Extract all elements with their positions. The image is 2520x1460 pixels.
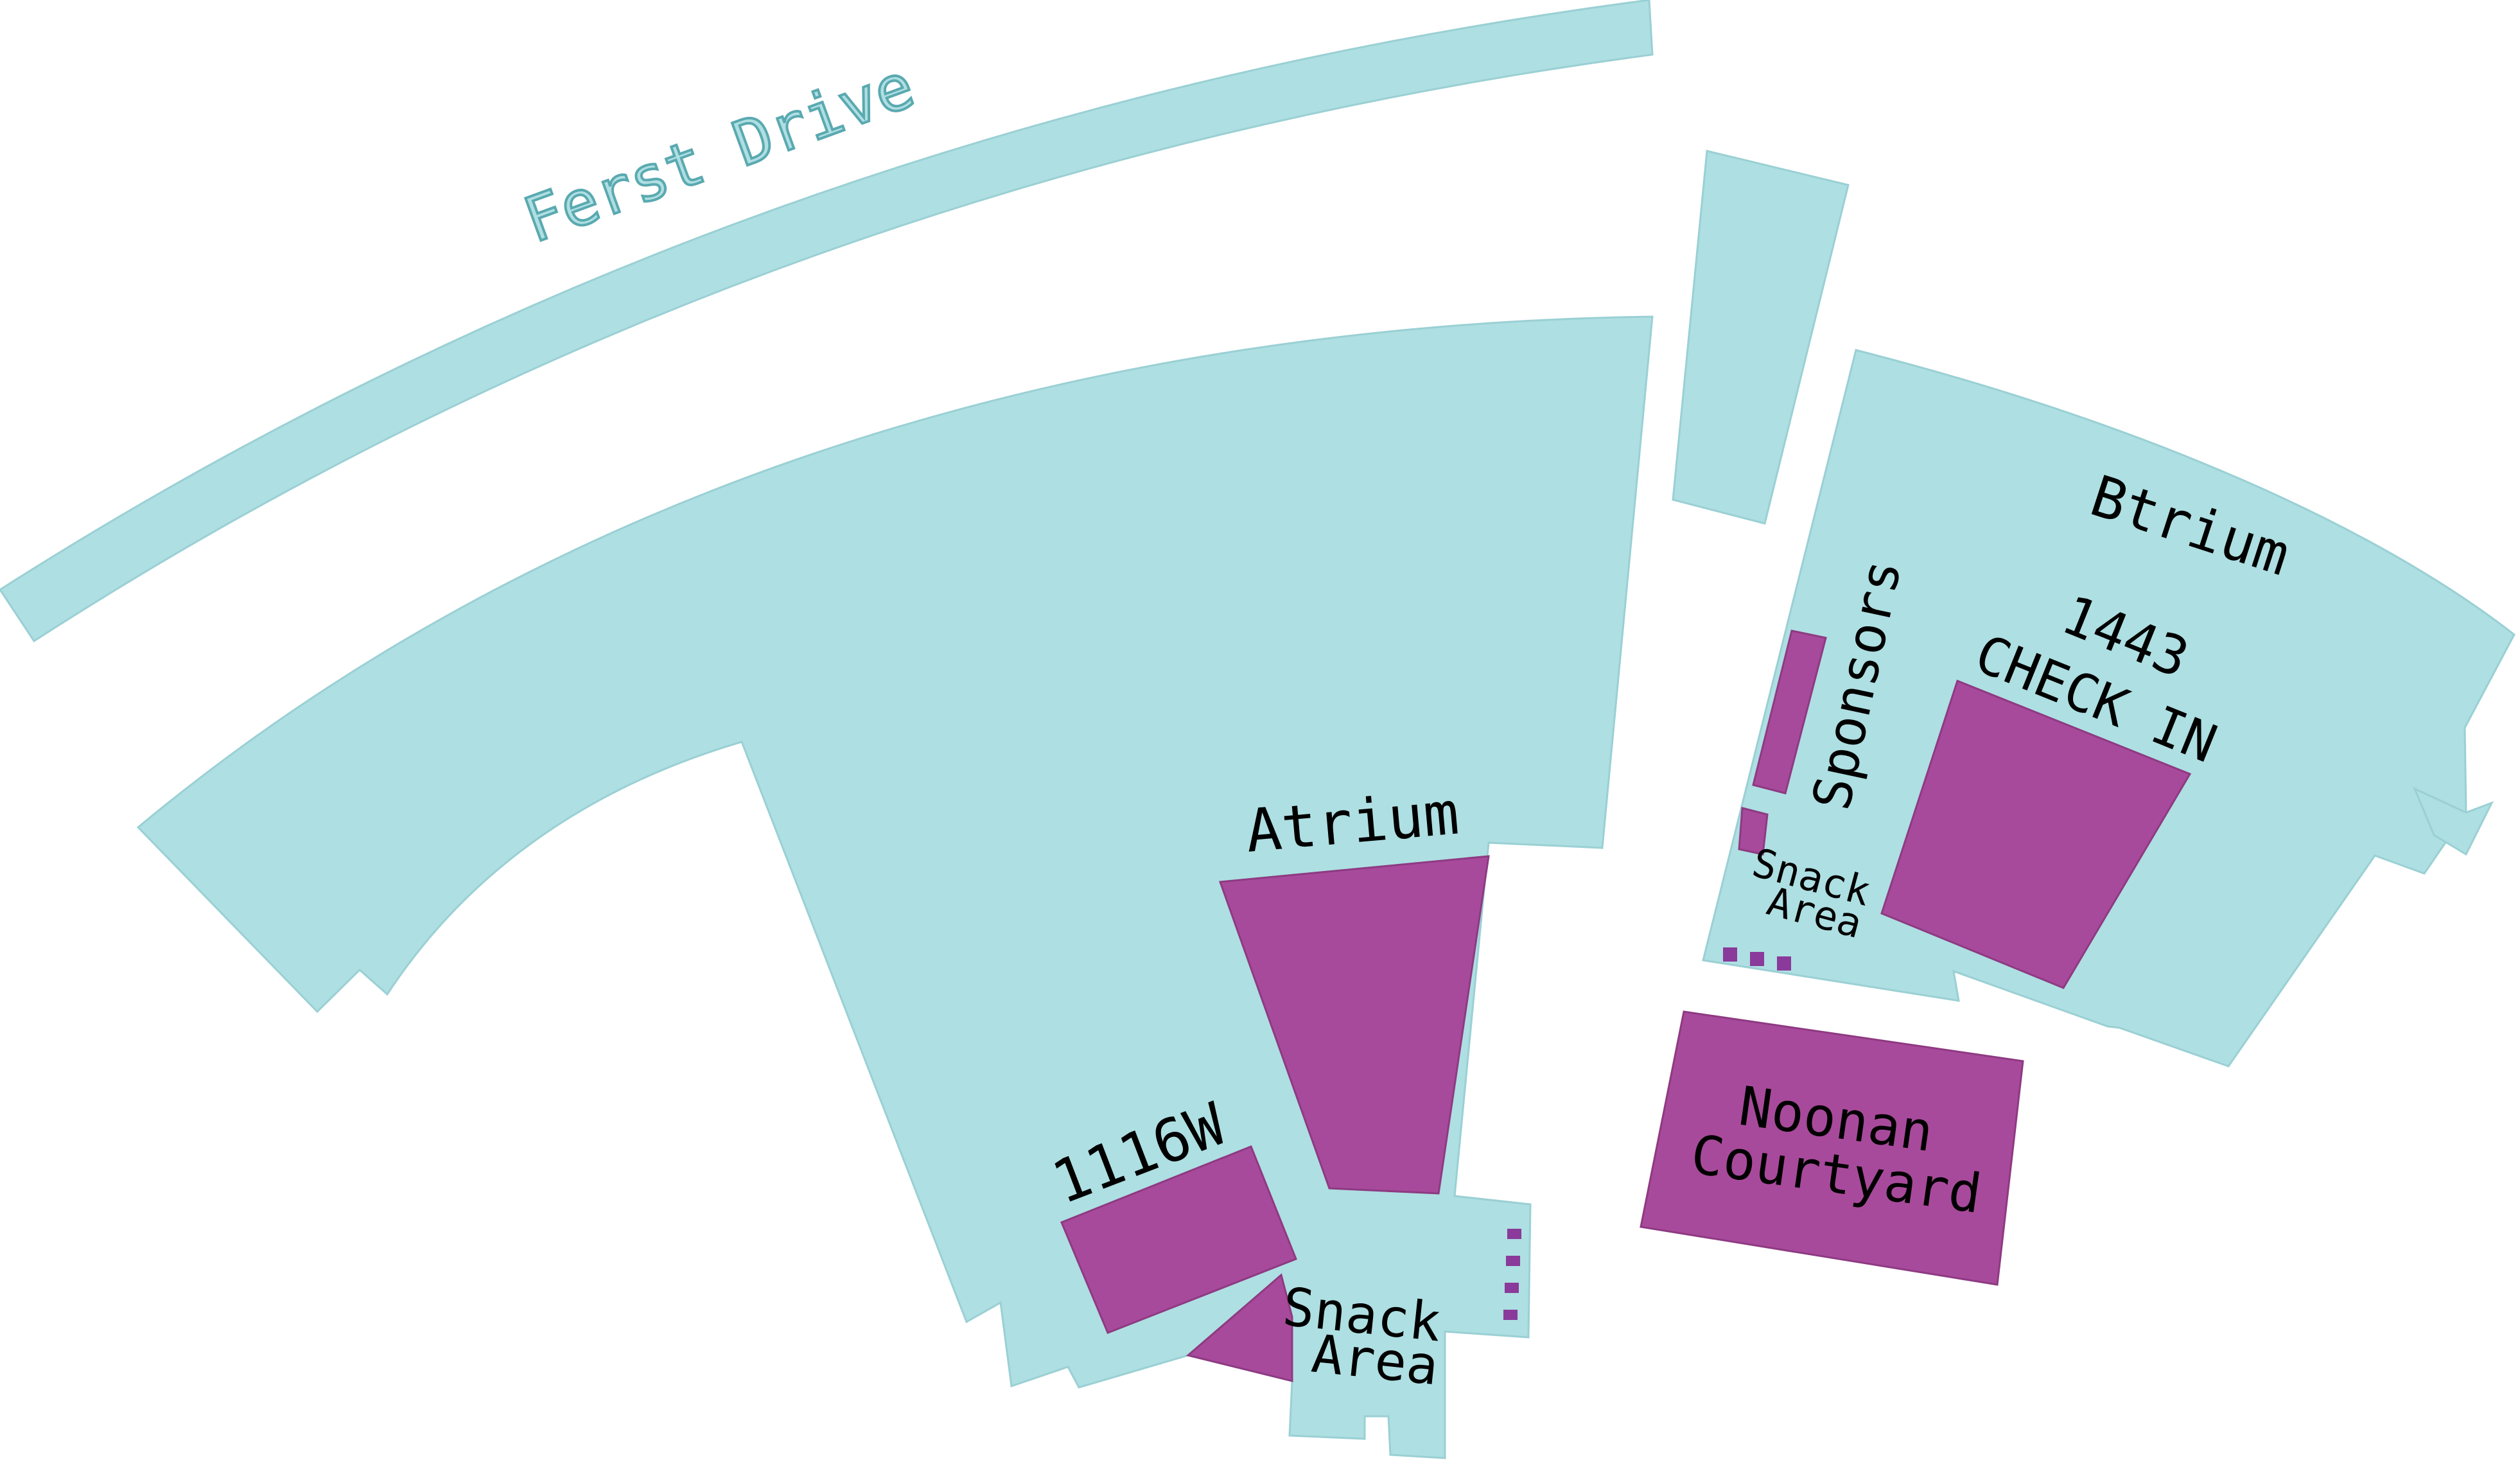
marker xyxy=(1506,1256,1520,1266)
marker xyxy=(1505,1283,1519,1293)
marker xyxy=(1777,956,1791,971)
marker xyxy=(1507,1229,1521,1239)
marker xyxy=(1723,947,1737,962)
corridor-strip xyxy=(1672,150,1850,525)
floor-map: Ferst Drive Atrium Btrium 1116W 1443 CHE… xyxy=(0,0,2516,1459)
marker xyxy=(1503,1310,1518,1320)
marker xyxy=(1750,952,1764,966)
